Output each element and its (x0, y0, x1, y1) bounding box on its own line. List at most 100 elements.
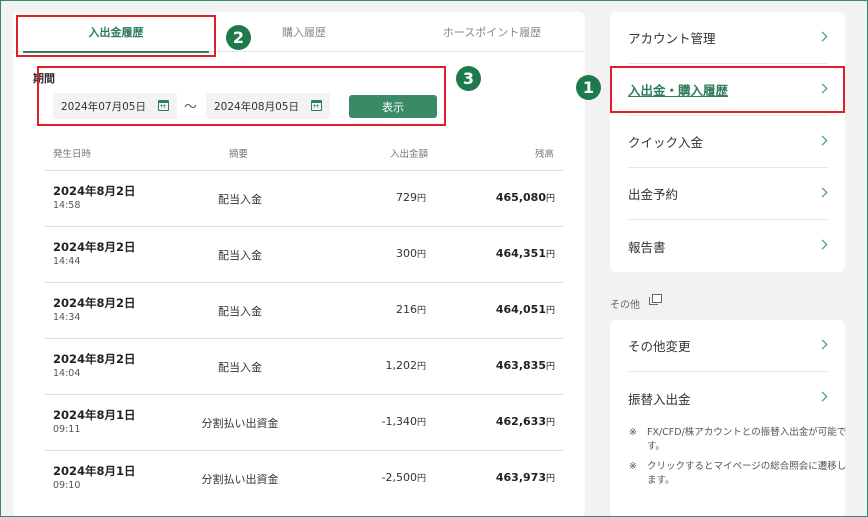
row-summary: 配当入金 (218, 305, 262, 318)
menu-other-changes[interactable]: その他変更 (628, 320, 828, 372)
row-amount: -2,500円 (382, 471, 426, 484)
row-time: 14:34 (53, 312, 81, 323)
calendar-icon[interactable] (158, 100, 169, 111)
row-balance: 464,051円 (496, 303, 555, 316)
header-summary: 摘要 (229, 149, 249, 160)
chevron-right-icon (817, 31, 828, 42)
other-section-label: その他 (610, 300, 640, 311)
row-balance: 465,080円 (496, 191, 555, 204)
table-row: 2024年8月2日 14:04 配当入金 1,202円 463,835円 (45, 338, 563, 394)
row-balance: 462,633円 (496, 415, 555, 428)
row-date: 2024年8月2日 (53, 352, 136, 366)
step-badge-1: 1 (576, 75, 601, 100)
row-time: 14:58 (53, 200, 81, 211)
step-badge-3: 3 (456, 66, 481, 91)
row-time: 14:04 (53, 368, 81, 379)
row-amount: 216円 (396, 303, 426, 316)
header-datetime: 発生日時 (53, 149, 92, 160)
menu-label: 振替入出金 (628, 391, 691, 407)
row-date: 2024年8月1日 (53, 408, 136, 422)
date-from-value: 2024年07月05日 (61, 100, 146, 113)
menu-account-management[interactable]: アカウント管理 (628, 12, 828, 64)
note-text: FX/CFD/株アカウントとの振替入出金が可能です。 (647, 427, 847, 452)
row-balance-value: 464,351 (495, 247, 546, 260)
row-balance-value: 462,633 (495, 415, 546, 428)
row-date: 2024年8月2日 (53, 296, 136, 310)
currency-unit: 円 (416, 194, 426, 204)
click-note: ※ クリックするとマイページの総合照会に遷移します。 (629, 460, 846, 490)
date-range-separator: 〜 (184, 100, 198, 115)
row-date: 2024年8月2日 (53, 184, 136, 198)
row-amount-value: 1,202 (385, 359, 417, 372)
menu-transfer-deposit-withdrawal[interactable]: 振替入出金 (628, 372, 828, 424)
menu-label: 出金予約 (628, 187, 679, 202)
chevron-right-icon (817, 187, 828, 198)
currency-unit: 円 (545, 474, 555, 484)
table-row: 2024年8月2日 14:58 配当入金 729円 465,080円 (45, 170, 563, 226)
chevron-right-icon (817, 239, 828, 250)
currency-unit: 円 (416, 418, 426, 428)
currency-unit: 円 (416, 250, 426, 260)
note-mark: ※ (629, 461, 637, 472)
row-balance-value: 465,080 (495, 191, 546, 204)
calendar-icon[interactable] (311, 100, 322, 111)
step-badge-2: 2 (226, 25, 251, 50)
row-summary: 分割払い出資金 (201, 473, 279, 486)
row-date: 2024年8月1日 (53, 464, 136, 478)
row-time: 14:44 (53, 256, 81, 267)
note-mark: ※ (629, 427, 637, 438)
header-amount: 入出金額 (390, 149, 429, 160)
currency-unit: 円 (545, 306, 555, 316)
row-amount: -1,340円 (382, 415, 426, 428)
show-button[interactable]: 表示 (349, 95, 437, 118)
account-menu-card: アカウント管理 入出金・購入履歴 クイック入金 出金予約 報告書 (610, 12, 845, 272)
row-amount-value: 729 (395, 191, 417, 204)
menu-deposit-purchase-history[interactable]: 入出金・購入履歴 (628, 64, 828, 116)
table-row: 2024年8月1日 09:10 分割払い出資金 -2,500円 463,973円 (45, 450, 563, 506)
transfer-note: ※ FX/CFD/株アカウントとの振替入出金が可能です。 (629, 426, 846, 456)
row-balance-value: 463,973 (495, 471, 546, 484)
menu-label: アカウント管理 (628, 31, 716, 46)
history-tabs: 入出金履歴 購入履歴 ホースポイント履歴 (13, 12, 585, 53)
row-amount: 300円 (396, 247, 426, 260)
currency-unit: 円 (416, 474, 426, 484)
row-time: 09:11 (53, 424, 81, 435)
chevron-right-icon (817, 135, 828, 146)
currency-unit: 円 (545, 418, 555, 428)
table-row: 2024年8月2日 14:44 配当入金 300円 464,351円 (45, 226, 563, 282)
menu-label: その他変更 (628, 339, 691, 354)
note-text: クリックするとマイページの総合照会に遷移します。 (647, 461, 847, 486)
menu-quick-deposit[interactable]: クイック入金 (628, 116, 828, 168)
menu-reports[interactable]: 報告書 (628, 220, 828, 272)
row-amount-value: 300 (395, 247, 417, 260)
row-summary: 配当入金 (218, 361, 262, 374)
row-time: 09:10 (53, 480, 81, 491)
row-amount: 729円 (396, 191, 426, 204)
menu-label: 入出金・購入履歴 (628, 83, 729, 98)
currency-unit: 円 (416, 306, 426, 316)
row-summary: 分割払い出資金 (201, 417, 279, 430)
row-balance: 463,973円 (496, 471, 555, 484)
currency-unit: 円 (545, 362, 555, 372)
tab-horse-point-history[interactable]: ホースポイント履歴 (399, 12, 585, 52)
external-window-icon (649, 294, 662, 305)
currency-unit: 円 (416, 362, 426, 372)
date-from-field[interactable]: 2024年07月05日 (53, 93, 177, 119)
row-amount-value: -2,500 (381, 471, 417, 484)
row-summary: 配当入金 (218, 249, 262, 262)
header-balance: 残高 (535, 149, 555, 160)
menu-label: 報告書 (628, 239, 666, 255)
row-amount-value: 216 (395, 303, 417, 316)
date-to-field[interactable]: 2024年08月05日 (206, 93, 330, 119)
tab-deposit-history[interactable]: 入出金履歴 (23, 12, 209, 53)
row-balance-value: 464,051 (495, 303, 546, 316)
row-summary: 配当入金 (218, 193, 262, 206)
chevron-right-icon (817, 339, 828, 350)
chevron-right-icon (817, 83, 828, 94)
date-to-value: 2024年08月05日 (214, 100, 299, 113)
period-label: 期間 (33, 72, 55, 85)
table-row: 2024年8月2日 14:34 配当入金 216円 464,051円 (45, 282, 563, 338)
menu-label: クイック入金 (628, 135, 704, 150)
menu-withdrawal-reservation[interactable]: 出金予約 (628, 168, 828, 220)
row-amount: 1,202円 (385, 359, 426, 372)
